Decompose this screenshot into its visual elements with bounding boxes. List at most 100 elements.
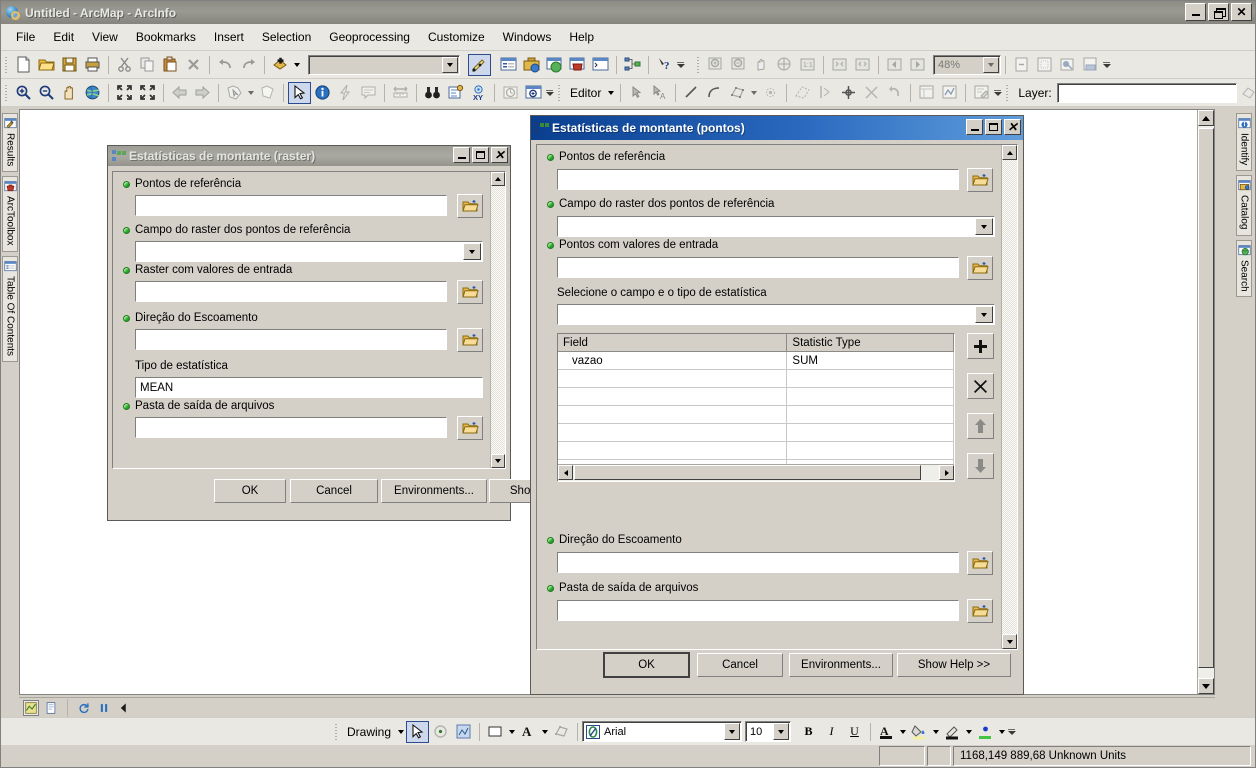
- table-hscroll-thumb[interactable]: [574, 465, 921, 480]
- copy-icon[interactable]: [136, 54, 159, 76]
- sidebar-item-table-of-contents[interactable]: Table Of Contents: [2, 255, 18, 362]
- dialog-pontos-title-bar[interactable]: Estatísticas de montante (pontos) ✕: [531, 116, 1023, 140]
- fixed-zoom-in-arrows-icon[interactable]: [113, 82, 136, 104]
- bold-button[interactable]: B: [797, 721, 820, 743]
- menu-file[interactable]: File: [7, 27, 44, 47]
- dialog-pontos-scroll-down[interactable]: [1002, 634, 1017, 649]
- edit-tool-icon[interactable]: [625, 82, 648, 104]
- scrollbar-thumb[interactable]: [1198, 128, 1214, 668]
- line-color-dropdown[interactable]: [964, 722, 974, 742]
- pontos-ok-button[interactable]: OK: [603, 652, 690, 678]
- sidebar-item-catalog[interactable]: Catalog: [1236, 175, 1252, 236]
- whats-this-icon[interactable]: ?: [653, 54, 676, 76]
- raster-input-tipo-estatistica[interactable]: MEAN: [135, 377, 483, 398]
- editor-toolbar-icon[interactable]: [468, 53, 491, 76]
- delete-icon[interactable]: [182, 54, 205, 76]
- pontos-dropdown-selecione-campo[interactable]: [557, 304, 995, 325]
- pontos-input-pontos-valores[interactable]: [557, 257, 959, 278]
- trace-icon[interactable]: [759, 82, 782, 104]
- raster-input-pasta-saida[interactable]: [135, 417, 447, 438]
- dialog-raster-maximize-button[interactable]: [472, 147, 489, 163]
- identify-icon[interactable]: [311, 82, 334, 104]
- font-color-icon[interactable]: A: [517, 721, 540, 743]
- back-icon[interactable]: [116, 699, 132, 716]
- go-forward-extent-disabled-icon[interactable]: [906, 54, 929, 76]
- font-size-arrow[interactable]: [773, 723, 790, 740]
- full-extent-disabled-icon[interactable]: [773, 54, 796, 76]
- table-row[interactable]: [558, 442, 954, 460]
- find-binoculars-icon[interactable]: [421, 82, 444, 104]
- window-minimize-button[interactable]: [1185, 3, 1206, 21]
- raster-ok-button[interactable]: OK: [214, 479, 286, 503]
- page-full-extent-disabled-icon[interactable]: [1033, 54, 1056, 76]
- find-route-icon[interactable]: [444, 82, 467, 104]
- table-scroll-left-button[interactable]: [558, 465, 573, 480]
- measure-icon[interactable]: [389, 82, 412, 104]
- table-add-button[interactable]: [967, 333, 994, 359]
- sidebar-item-results[interactable]: Results: [2, 113, 18, 173]
- toolbar-grip[interactable]: [333, 721, 340, 742]
- save-icon[interactable]: [58, 54, 81, 76]
- pontos-input-pasta-saida[interactable]: [557, 600, 959, 621]
- attributes-icon[interactable]: [915, 82, 938, 104]
- raster-browse-pasta-saida[interactable]: [457, 416, 483, 440]
- map-vertical-scrollbar[interactable]: [1197, 110, 1214, 694]
- font-name-combo[interactable]: Arial: [582, 721, 743, 742]
- pontos-show-help-button[interactable]: Show Help >>: [897, 653, 1011, 677]
- raster-browse-direcao-escoamento[interactable]: [457, 328, 483, 352]
- pan-icon[interactable]: [58, 82, 81, 104]
- editor-menu-dropdown[interactable]: [606, 83, 616, 103]
- add-data-icon[interactable]: [269, 54, 292, 76]
- marker-color-dropdown[interactable]: [997, 722, 1007, 742]
- table-row[interactable]: [558, 388, 954, 406]
- arctoolbox-icon[interactable]: [520, 54, 543, 76]
- drawing-menu-dropdown[interactable]: [396, 722, 406, 742]
- hyperlink-icon[interactable]: [334, 82, 357, 104]
- toolbar-overflow-button[interactable]: [1102, 54, 1111, 76]
- toolbar-grip[interactable]: [1004, 82, 1012, 103]
- refresh-icon[interactable]: [76, 699, 92, 716]
- pause-icon[interactable]: [96, 699, 112, 716]
- select-features-dropdown[interactable]: [246, 83, 256, 103]
- data-view-icon[interactable]: [23, 699, 39, 716]
- pontos-input-direcao-escoamento[interactable]: [557, 552, 959, 573]
- rotate-element-icon[interactable]: [429, 721, 452, 743]
- clear-selection-icon[interactable]: [256, 82, 279, 104]
- edit-annotation-icon[interactable]: A: [648, 82, 671, 104]
- zoom-out-disabled-icon[interactable]: [727, 54, 750, 76]
- draw-shape-icon[interactable]: [452, 721, 475, 743]
- html-popup-icon[interactable]: [357, 82, 380, 104]
- pontos-browse-pontos-referencia[interactable]: [967, 168, 993, 192]
- focus-data-frame-disabled-icon[interactable]: [1079, 54, 1102, 76]
- scale-combo[interactable]: [308, 54, 460, 75]
- open-folder-icon[interactable]: [35, 54, 58, 76]
- sidebar-item-identify[interactable]: Identify: [1236, 113, 1252, 172]
- table-row[interactable]: [558, 370, 954, 388]
- midpoint-icon[interactable]: [726, 82, 749, 104]
- raster-input-direcao-escoamento[interactable]: [135, 329, 447, 350]
- clip-icon[interactable]: [860, 82, 883, 104]
- dialog-estatisticas-montante-pontos[interactable]: Estatísticas de montante (pontos) ✕ Pont…: [530, 115, 1024, 695]
- fixed-zoom-out-disabled-icon[interactable]: [851, 54, 874, 76]
- toolbar-grip[interactable]: [3, 82, 10, 103]
- window-restore-button[interactable]: [1208, 3, 1229, 21]
- table-row[interactable]: [558, 406, 954, 424]
- page-zoom-out-disabled-icon[interactable]: [1010, 54, 1033, 76]
- table-move-down-button[interactable]: [967, 453, 994, 479]
- go-back-extent-disabled-icon[interactable]: [883, 54, 906, 76]
- rotate-icon[interactable]: [837, 82, 860, 104]
- toolbar-overflow-button[interactable]: [676, 54, 685, 76]
- table-remove-button[interactable]: [967, 373, 994, 399]
- field-statistic-table[interactable]: Field Statistic Type vazao SUM: [557, 333, 955, 482]
- menu-selection[interactable]: Selection: [253, 27, 320, 47]
- menu-insert[interactable]: Insert: [205, 27, 253, 47]
- text-color-icon[interactable]: A: [875, 721, 898, 743]
- dialog-pontos-scroll-up[interactable]: [1002, 145, 1017, 160]
- raster-browse-pontos-referencia[interactable]: [457, 194, 483, 218]
- font-color-dropdown[interactable]: [540, 722, 550, 742]
- go-back-extent-icon[interactable]: [168, 82, 191, 104]
- raster-environments-button[interactable]: Environments...: [381, 479, 487, 503]
- table-scroll-right-button[interactable]: [939, 465, 954, 480]
- nudge-icon[interactable]: [550, 721, 573, 743]
- raster-cancel-button[interactable]: Cancel: [290, 479, 378, 503]
